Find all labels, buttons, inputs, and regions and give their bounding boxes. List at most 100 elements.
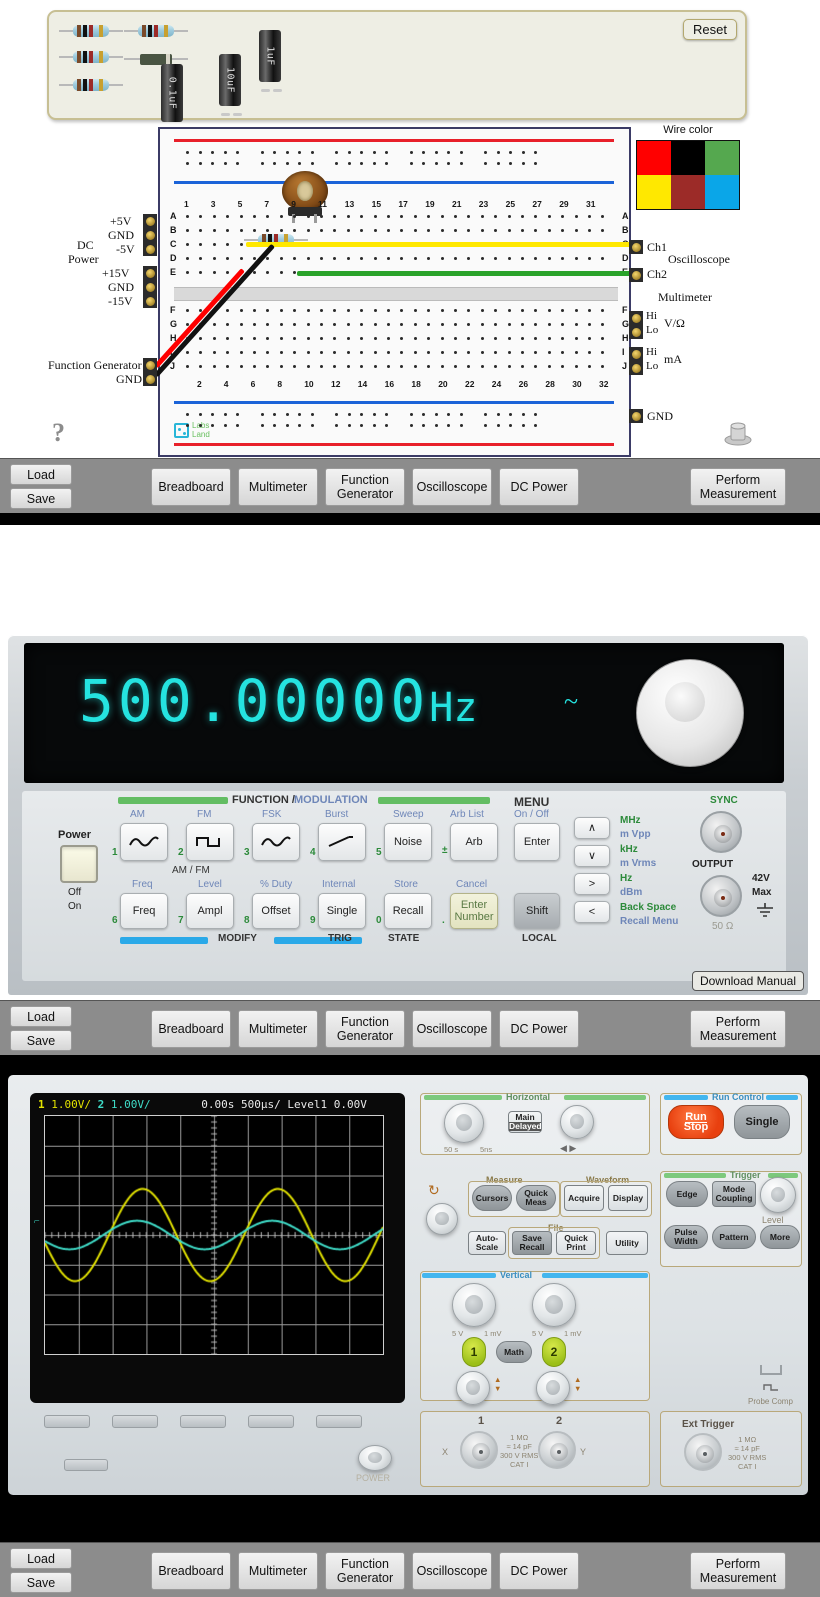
load-button-3[interactable]: Load [10, 1548, 72, 1569]
breadboard-hole[interactable] [198, 162, 202, 165]
breadboard-hole[interactable] [494, 257, 498, 260]
breadboard-hole[interactable] [459, 413, 463, 416]
breadboard-hole[interactable] [494, 229, 498, 232]
breadboard-hole[interactable] [253, 271, 256, 274]
breadboard-hole[interactable] [306, 309, 310, 312]
breadboard-hole[interactable] [413, 215, 417, 218]
breadboard-hole[interactable] [440, 323, 444, 326]
breadboard-hole[interactable] [360, 351, 364, 354]
perform-measurement-button-2[interactable]: Perform Measurement [690, 1010, 786, 1048]
breadboard-hole[interactable] [211, 162, 214, 165]
breadboard-hole[interactable] [310, 424, 314, 427]
breadboard-hole[interactable] [239, 215, 243, 218]
breadboard-hole[interactable] [211, 151, 214, 154]
breadboard-hole[interactable] [507, 309, 511, 312]
breadboard-hole[interactable] [409, 424, 413, 427]
breadboard-hole[interactable] [440, 365, 444, 368]
breadboard-hole[interactable] [226, 229, 230, 232]
breadboard-hole[interactable] [198, 424, 202, 427]
help-icon[interactable]: ? [52, 418, 65, 448]
breadboard-hole[interactable] [373, 337, 377, 340]
breadboard-hole[interactable] [561, 337, 565, 340]
breadboard-hole[interactable] [574, 309, 578, 312]
fg-power-switch[interactable] [60, 845, 98, 883]
breadboard-hole[interactable] [279, 351, 283, 354]
breadboard-hole[interactable] [484, 162, 487, 165]
breadboard-hole[interactable] [507, 229, 511, 232]
fg-button-square[interactable] [186, 823, 234, 861]
tray-resistor-2[interactable] [59, 50, 123, 64]
breadboard-hole[interactable] [547, 351, 551, 354]
breadboard-hole[interactable] [239, 323, 243, 326]
breadboard-hole[interactable] [298, 162, 301, 165]
breadboard-hole[interactable] [236, 413, 239, 416]
breadboard-hole[interactable] [434, 151, 438, 154]
breadboard-hole[interactable] [434, 413, 438, 416]
oscilloscope-button-2[interactable]: Oscilloscope [412, 1010, 492, 1048]
breadboard-hole[interactable] [547, 337, 551, 340]
softkey-2[interactable] [112, 1415, 158, 1428]
breadboard-hole[interactable] [427, 257, 431, 260]
oscilloscope-power-knob[interactable] [358, 1445, 392, 1471]
breadboard-hole[interactable] [413, 337, 417, 340]
breadboard-hole[interactable] [507, 257, 511, 260]
fg-button-recall[interactable]: Recall [384, 893, 432, 929]
breadboard-hole[interactable] [320, 215, 323, 218]
breadboard-hole[interactable] [601, 229, 605, 232]
terminal-jack-ma-hi[interactable] [629, 347, 643, 361]
breadboard-hole[interactable] [198, 151, 202, 154]
breadboard-hole[interactable] [279, 215, 283, 218]
breadboard-hole[interactable] [521, 413, 525, 416]
breadboard-hole[interactable] [212, 229, 216, 232]
breadboard-hole[interactable] [186, 215, 189, 218]
dc-power-button-2[interactable]: DC Power [499, 1010, 579, 1048]
breadboard-hole[interactable] [521, 323, 524, 326]
breadboard-hole[interactable] [253, 365, 256, 368]
fg-button-arrow-up[interactable]: ∧ [574, 817, 610, 839]
breadboard-hole[interactable] [239, 351, 243, 354]
channel-2-button[interactable]: 2 [542, 1337, 566, 1367]
breadboard-hole[interactable] [413, 351, 417, 354]
fg-button-offset[interactable]: Offset [252, 893, 300, 929]
breadboard-hole[interactable] [574, 215, 578, 218]
terminal-jack-plus5v[interactable] [143, 214, 157, 228]
breadboard-hole[interactable] [226, 271, 230, 274]
breadboard-hole[interactable] [561, 215, 565, 218]
breadboard-hole[interactable] [534, 215, 538, 218]
breadboard-hole[interactable] [588, 309, 591, 312]
breadboard-hole[interactable] [373, 351, 377, 354]
breadboard-hole[interactable] [534, 337, 538, 340]
breadboard-hole[interactable] [601, 257, 605, 260]
breadboard-hole[interactable] [574, 337, 578, 340]
breadboard-hole[interactable] [413, 257, 417, 260]
horizontal-scale-knob[interactable] [444, 1103, 484, 1143]
breadboard-button-3[interactable]: Breadboard [151, 1552, 231, 1590]
breadboard-hole[interactable] [547, 215, 551, 218]
breadboard-hole[interactable] [454, 351, 457, 354]
breadboard-hole[interactable] [400, 351, 404, 354]
breadboard-hole[interactable] [360, 365, 364, 368]
breadboard-hole[interactable] [298, 413, 301, 416]
trigger-level-knob[interactable] [760, 1177, 796, 1213]
breadboard-hole[interactable] [534, 151, 537, 154]
wire-yellow[interactable] [246, 242, 638, 247]
breadboard-hole[interactable] [427, 309, 431, 312]
breadboard-hole[interactable] [400, 309, 404, 312]
breadboard-hole[interactable] [534, 309, 538, 312]
breadboard-hole[interactable] [534, 424, 537, 427]
breadboard-hole[interactable] [211, 424, 214, 427]
breadboard-hole[interactable] [400, 365, 404, 368]
breadboard-hole[interactable] [427, 215, 431, 218]
breadboard-hole[interactable] [588, 351, 591, 354]
breadboard-hole[interactable] [333, 215, 337, 218]
pattern-button[interactable]: Pattern [712, 1225, 756, 1249]
breadboard-hole[interactable] [260, 413, 264, 416]
breadboard-hole[interactable] [484, 151, 487, 154]
breadboard-hole[interactable] [236, 424, 239, 427]
terminal-jack-plus15v[interactable] [143, 266, 157, 280]
breadboard-hole[interactable] [186, 413, 189, 416]
multimeter-button-2[interactable]: Multimeter [238, 1010, 318, 1048]
breadboard-hole[interactable] [494, 365, 498, 368]
fg-button-ramp[interactable] [318, 823, 366, 861]
breadboard-hole[interactable] [199, 337, 203, 340]
